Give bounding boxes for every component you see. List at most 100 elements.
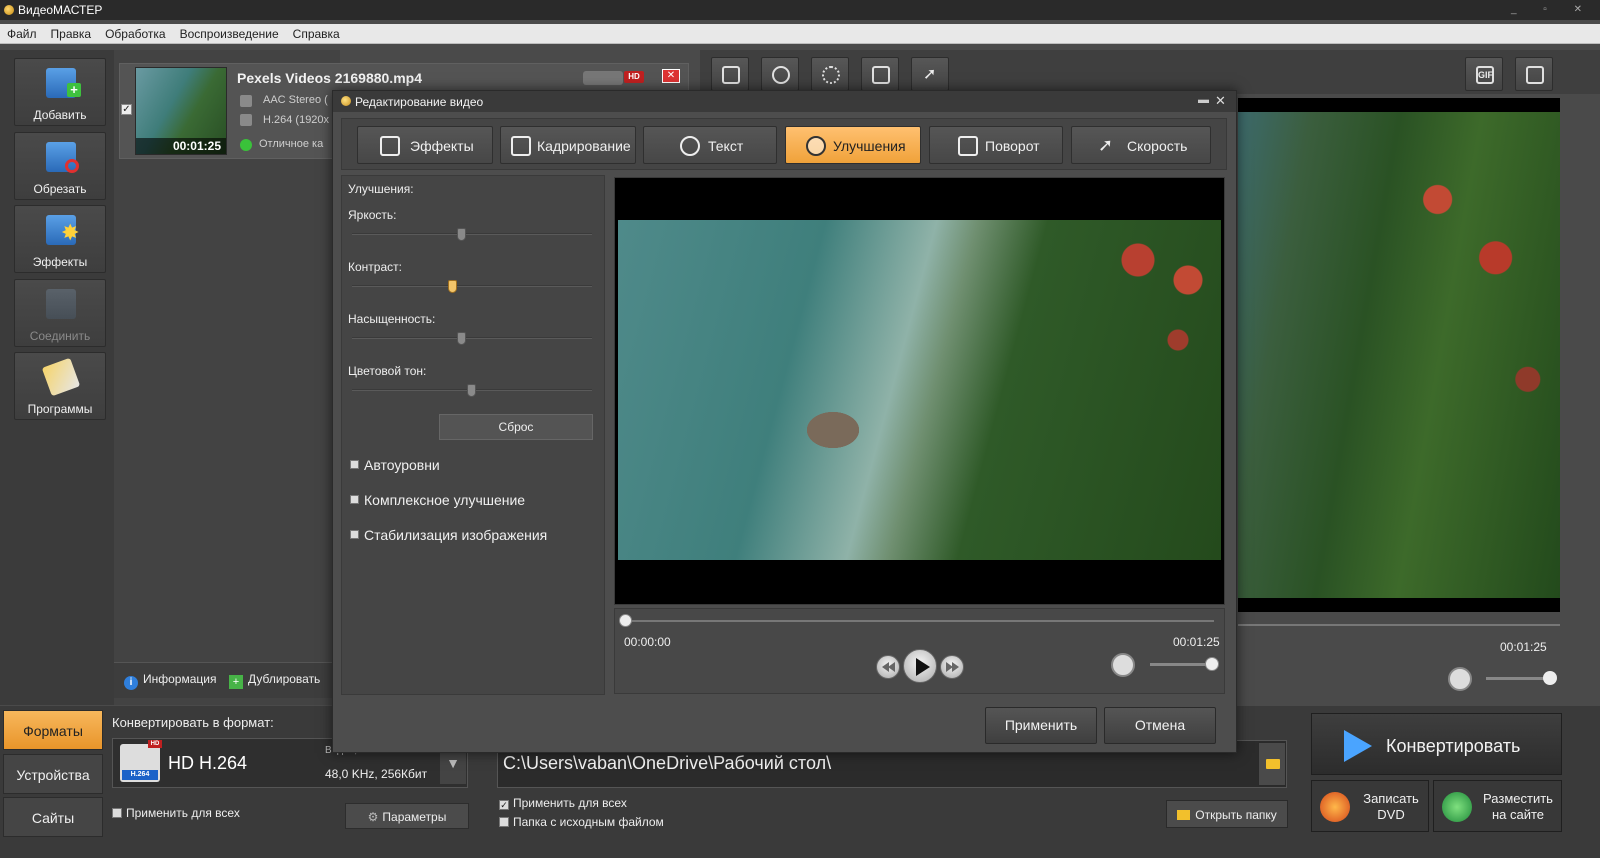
dialog-preview-frame [618, 220, 1221, 560]
contrast-slider-thumb[interactable] [447, 280, 457, 293]
menu-playback[interactable]: Воспроизведение [180, 27, 279, 41]
add-button[interactable]: + Добавить [14, 58, 106, 126]
rotate-toolbar-button[interactable] [861, 57, 899, 91]
cancel-button[interactable]: Отмена [1104, 707, 1216, 744]
play-button[interactable] [903, 649, 937, 683]
next-button[interactable] [940, 655, 964, 679]
main-volume-knob[interactable] [1543, 671, 1557, 685]
main-preview-time: 00:01:25 [1500, 640, 1547, 654]
checkbox-box [350, 460, 359, 469]
publish-web-button[interactable]: Разместить на сайте [1433, 780, 1562, 832]
publish-web-line1: Разместить [1483, 791, 1553, 806]
contrast-slider[interactable] [352, 285, 592, 287]
window-title: ВидеоМАСТЕР [18, 3, 103, 17]
previous-button[interactable] [876, 655, 900, 679]
menu-help[interactable]: Справка [293, 27, 340, 41]
apply-all-format-checkbox[interactable]: Применить для всех [112, 806, 240, 820]
speed-runner-icon: ➚ [923, 66, 937, 83]
effects-button[interactable]: ✸ Эффекты [14, 205, 106, 273]
gif-toolbar-button[interactable]: GIF [1465, 57, 1503, 91]
dialog-title: Редактирование видео [355, 95, 484, 109]
dialog-minimize-button[interactable]: ▬ [1198, 94, 1209, 106]
snapshot-toolbar-button[interactable] [761, 57, 799, 91]
dialog-close-button[interactable]: ✕ [1215, 93, 1226, 109]
brightness-slider[interactable] [352, 233, 592, 235]
dialog-volume-knob[interactable] [1205, 657, 1219, 671]
fullscreen-toolbar-button[interactable] [1515, 57, 1553, 91]
forward-icon-2 [952, 662, 959, 672]
speed-toolbar-button[interactable]: ➚ [911, 57, 949, 91]
info-button-label: Информация [143, 672, 217, 686]
window-controls[interactable]: _ ▫ ✕ [1511, 0, 1594, 20]
tab-enhancements[interactable]: Улучшения [785, 126, 921, 164]
publish-web-label: Разместить на сайте [1474, 791, 1562, 823]
tab-rotate[interactable]: Поворот [929, 126, 1063, 164]
duplicate-button[interactable]: + Дублировать [229, 672, 320, 689]
file-video-info: H.264 (1920x [263, 114, 330, 126]
plus-icon: + [67, 83, 81, 97]
reset-button[interactable]: Сброс [439, 414, 593, 440]
parameters-button-label: Параметры [382, 810, 447, 824]
title-bar: ВидеоМАСТЕР _ ▫ ✕ [0, 0, 1600, 20]
complex-enhancement-checkbox[interactable]: Комплексное улучшение [350, 492, 525, 508]
menu-file[interactable]: Файл [7, 27, 37, 41]
tab-rotate-label: Поворот [985, 138, 1040, 154]
crop-icon [722, 66, 740, 84]
dialog-seek-knob[interactable] [619, 614, 632, 627]
info-button[interactable]: i Информация [124, 672, 216, 690]
duplicate-icon: + [229, 675, 243, 689]
saturation-slider[interactable] [352, 337, 592, 339]
source-folder-checkbox[interactable]: Папка с исходным файлом [499, 815, 664, 829]
brightness-toolbar-button[interactable] [811, 57, 849, 91]
menu-processing[interactable]: Обработка [105, 27, 166, 41]
brightness-label: Яркость: [348, 208, 397, 222]
dialog-seek-bar[interactable] [624, 620, 1214, 622]
nav-formats[interactable]: Форматы [3, 710, 103, 750]
fullscreen-icon [1526, 66, 1544, 84]
file-thumbnail[interactable]: 00:01:25 [135, 67, 227, 155]
burn-dvd-label: Записать DVD [1356, 791, 1426, 823]
browse-folder-button[interactable] [1258, 742, 1286, 786]
hd-toggle[interactable] [583, 71, 623, 85]
programs-button-label: Программы [27, 402, 93, 416]
parameters-button[interactable]: ⚙ Параметры [345, 803, 469, 829]
open-folder-button[interactable]: Открыть папку [1166, 800, 1288, 828]
main-volume-icon[interactable] [1448, 667, 1472, 691]
apply-all-format-label: Применить для всех [126, 806, 240, 820]
convert-button[interactable]: Конвертировать [1311, 713, 1562, 775]
stabilization-label: Стабилизация изображения [364, 527, 548, 543]
menu-edit[interactable]: Правка [51, 27, 92, 41]
video-codec-icon [240, 114, 252, 126]
checkbox-box [350, 530, 359, 539]
remove-file-button[interactable]: ✕ [662, 69, 680, 83]
brightness-slider-thumb[interactable] [457, 228, 467, 241]
tab-effects[interactable]: Эффекты [357, 126, 493, 164]
effects-button-label: Эффекты [32, 255, 88, 269]
speed-tab-icon: ➚ [1098, 135, 1114, 155]
file-checkbox[interactable]: ✓ [121, 104, 132, 115]
folder-icon [1266, 759, 1280, 769]
burn-dvd-button[interactable]: Записать DVD [1311, 780, 1429, 832]
hue-slider-thumb[interactable] [467, 384, 476, 397]
auto-levels-checkbox[interactable]: Автоуровни [350, 457, 440, 473]
trim-button[interactable]: Обрезать [14, 132, 106, 200]
nav-sites[interactable]: Сайты [3, 797, 103, 837]
nav-devices[interactable]: Устройства [3, 754, 103, 794]
tab-text[interactable]: Текст [643, 126, 777, 164]
stabilization-checkbox[interactable]: Стабилизация изображения [350, 527, 547, 543]
saturation-slider-thumb[interactable] [457, 332, 467, 345]
checkbox-box [499, 817, 509, 827]
tab-crop[interactable]: Кадрирование [500, 126, 636, 164]
open-folder-icon [1177, 810, 1191, 820]
apply-all-output-checkbox[interactable]: ✓ Применить для всех [499, 796, 627, 810]
volume-icon[interactable] [1111, 653, 1135, 677]
tab-speed[interactable]: ➚ Скорость [1071, 126, 1211, 164]
crop-toolbar-button[interactable] [711, 57, 749, 91]
text-tab-icon [680, 136, 700, 156]
convert-arrow-icon [1344, 730, 1372, 762]
apply-button[interactable]: Применить [985, 707, 1097, 744]
join-button[interactable]: Соединить [14, 279, 106, 347]
format-spec: 48,0 KHz, 256Кбит [325, 767, 428, 781]
main-seek-bar[interactable] [1238, 624, 1560, 626]
programs-button[interactable]: Программы [14, 352, 106, 420]
